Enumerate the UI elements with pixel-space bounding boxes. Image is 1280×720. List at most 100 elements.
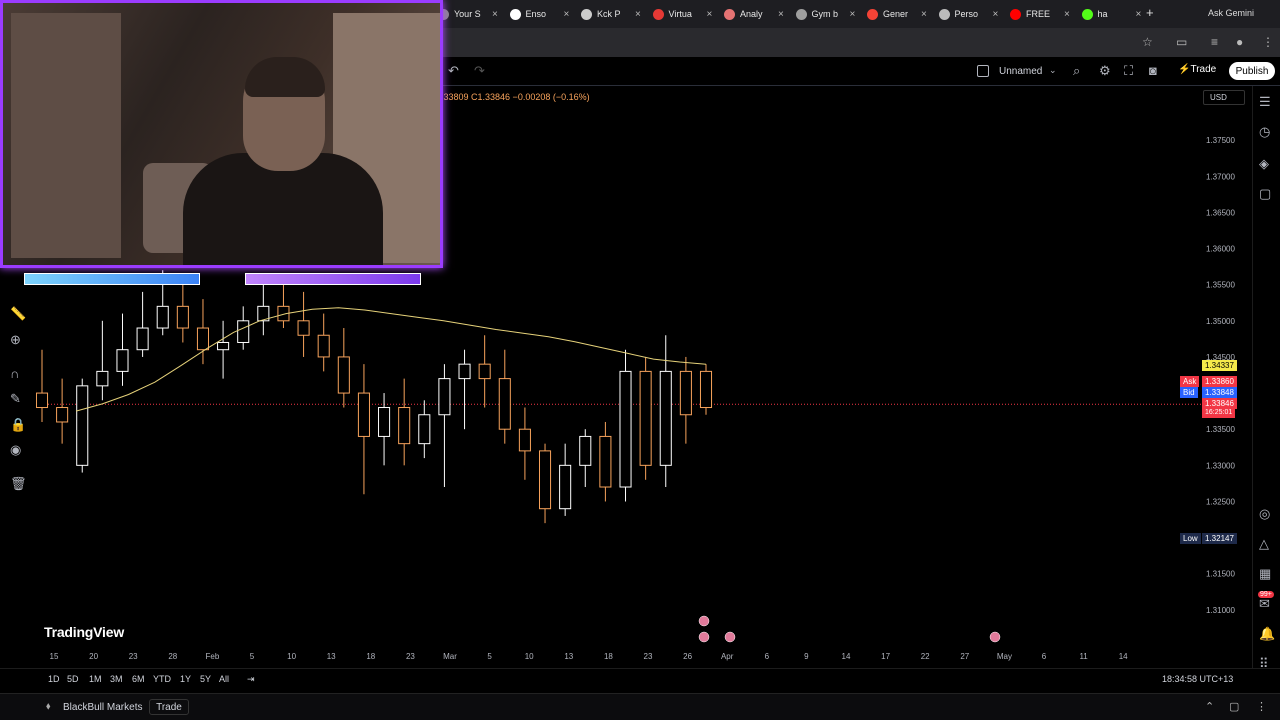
low-price-tag: 1.32147 <box>1202 533 1237 544</box>
trade-button[interactable]: ⚡Trade <box>1178 64 1216 75</box>
price-tick-label: 1.35000 <box>1206 317 1235 326</box>
candle-body <box>297 320 310 336</box>
browser-menu-icon[interactable]: ⋮ <box>1262 35 1274 49</box>
range-button-6m[interactable]: 6M <box>132 674 145 684</box>
range-button-all[interactable]: All <box>219 674 229 684</box>
layers-icon[interactable]: ◈ <box>1259 156 1269 172</box>
range-button-1y[interactable]: 1Y <box>180 674 191 684</box>
camera-snapshot-icon[interactable]: ◙ <box>1149 63 1157 78</box>
bell-icon[interactable]: 🔔 <box>1259 626 1275 642</box>
triangle-icon[interactable]: △ <box>1259 536 1269 552</box>
quick-search-icon[interactable]: ⌕ <box>1073 63 1080 79</box>
date-range-icon[interactable]: ⇥ <box>247 674 255 685</box>
range-button-ytd[interactable]: YTD <box>153 674 171 684</box>
price-tick-label: 1.35500 <box>1206 281 1235 290</box>
browser-tab[interactable]: Analy × <box>724 4 790 24</box>
candle-body <box>317 334 330 358</box>
candle-body <box>176 305 189 329</box>
alerts-clock-icon[interactable]: ◷ <box>1259 124 1270 140</box>
time-axis-label: 14 <box>1119 652 1128 661</box>
new-tab-button[interactable]: + <box>1146 5 1154 20</box>
tab-close-icon[interactable]: × <box>850 9 856 20</box>
tab-close-icon[interactable]: × <box>1064 9 1070 20</box>
browser-tab[interactable]: Gener × <box>867 4 933 24</box>
maximize-icon[interactable]: ▢ <box>1229 700 1239 713</box>
notification-badge: 99+ <box>1258 591 1274 598</box>
time-axis-label: 28 <box>168 652 177 661</box>
range-button-1d[interactable]: 1D <box>48 674 60 684</box>
undo-icon[interactable]: ↶ <box>448 63 459 79</box>
magnet-icon[interactable]: ∩ <box>10 366 19 381</box>
bookmark-star-icon[interactable]: ☆ <box>1142 35 1153 49</box>
watchlist-icon[interactable]: ☰ <box>1259 94 1271 110</box>
range-button-5y[interactable]: 5Y <box>200 674 211 684</box>
price-tick-label: 1.31500 <box>1206 570 1235 579</box>
tab-close-icon[interactable]: × <box>778 9 784 20</box>
layout-checkbox-icon[interactable] <box>977 65 989 77</box>
publish-button[interactable]: Publish <box>1229 62 1275 80</box>
profile-avatar-icon[interactable]: ● <box>1236 35 1243 49</box>
moving-average-line <box>75 307 707 412</box>
eye-icon[interactable]: ◉ <box>10 442 21 458</box>
cast-icon[interactable]: ▭ <box>1176 35 1187 49</box>
fullscreen-icon[interactable]: ⛶ <box>1124 63 1133 79</box>
tab-favicon-icon <box>867 8 878 20</box>
range-button-1m[interactable]: 1M <box>89 674 102 684</box>
tab-close-icon[interactable]: × <box>564 9 570 20</box>
browser-tab[interactable]: Virtua × <box>652 4 719 24</box>
currency-selector[interactable]: USD <box>1203 90 1245 105</box>
ruler-icon[interactable]: 📏 <box>10 306 26 322</box>
chat-icon[interactable]: ▢ <box>1259 186 1271 202</box>
tab-close-icon[interactable]: × <box>993 9 999 20</box>
candle-body <box>116 349 129 372</box>
more-icon[interactable]: ⋮ <box>1256 700 1267 713</box>
broker-name[interactable]: BlackBull Markets <box>63 702 142 713</box>
time-axis-label: 10 <box>287 652 296 661</box>
tab-close-icon[interactable]: × <box>921 9 927 20</box>
tab-label: Virtua <box>668 9 692 19</box>
pencil-lock-icon[interactable]: ✎ <box>10 391 21 407</box>
redo-icon[interactable]: ↷ <box>474 63 485 79</box>
candle-body <box>579 435 592 466</box>
settings-gear-icon[interactable]: ⚙ <box>1099 63 1111 79</box>
zoom-in-icon[interactable]: ⊕ <box>10 332 21 348</box>
browser-tab[interactable]: Gym b × <box>795 4 862 24</box>
candle-body <box>659 370 672 466</box>
notifications-icon[interactable]: ✉ <box>1259 596 1270 612</box>
tab-close-icon[interactable]: × <box>707 9 713 20</box>
tab-close-icon[interactable]: × <box>635 9 641 20</box>
browser-tab[interactable]: FREE × <box>1010 4 1076 24</box>
time-axis-label: 5 <box>250 652 255 661</box>
time-axis-label: May <box>997 652 1012 661</box>
target-icon[interactable]: ◎ <box>1259 506 1270 522</box>
range-button-3m[interactable]: 3M <box>110 674 123 684</box>
browser-tab[interactable]: Enso × <box>509 4 576 24</box>
economic-event-marker <box>724 631 736 643</box>
extensions-icon[interactable]: ≡ <box>1211 35 1218 49</box>
browser-tab[interactable]: Perso × <box>938 4 1005 24</box>
tab-close-icon[interactable]: × <box>1136 9 1142 20</box>
layout-name[interactable]: Unnamed <box>999 66 1042 77</box>
range-button-5d[interactable]: 5D <box>67 674 79 684</box>
ask-gemini-button[interactable]: Ask Gemini <box>1208 8 1254 18</box>
lock-icon[interactable]: 🔒 <box>10 417 26 433</box>
ask-price-tag: 1.33860 <box>1202 376 1237 387</box>
tab-close-icon[interactable]: × <box>492 9 498 20</box>
candle-body <box>619 370 632 488</box>
calendar-icon[interactable]: ▦ <box>1259 566 1271 582</box>
tab-favicon-icon <box>795 8 807 20</box>
chevron-up-icon[interactable]: ⌃ <box>1205 700 1214 713</box>
trash-icon[interactable]: 🗑 <box>10 476 27 492</box>
broker-bar: ⬧ BlackBull Markets Trade ⌃ ▢ ⋮ <box>0 693 1280 720</box>
candle-body <box>337 356 350 394</box>
browser-tab[interactable]: ha × <box>1081 4 1148 24</box>
browser-tab[interactable]: Your S × <box>438 4 504 24</box>
time-axis-label: 17 <box>881 652 890 661</box>
chevron-down-icon[interactable]: ⌄ <box>1049 65 1057 76</box>
clock[interactable]: 18:34:58 UTC+13 <box>1162 674 1233 684</box>
time-axis-label: 13 <box>564 652 573 661</box>
broker-trade-button[interactable]: Trade <box>149 699 189 715</box>
time-axis-label: 26 <box>683 652 692 661</box>
browser-tab[interactable]: Kck P × <box>581 4 647 24</box>
ma-price-tag: 1.34337 <box>1202 360 1237 371</box>
